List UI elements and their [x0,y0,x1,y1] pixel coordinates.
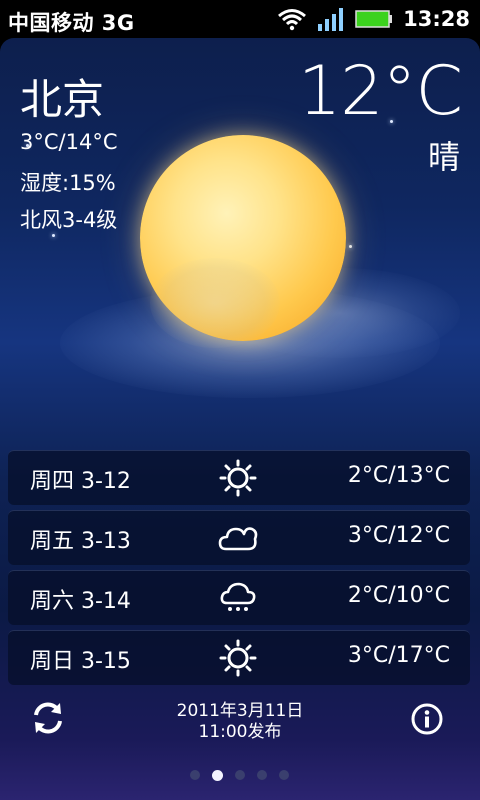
page-indicator[interactable] [190,770,289,781]
info-icon[interactable] [410,702,444,736]
wifi-icon [278,9,307,31]
carrier-label: 中国移动 3G [8,11,135,35]
forecast-day: 周四 3-12 [30,469,131,494]
publish-time: 11:00发布 [198,722,282,742]
page-dot[interactable] [279,770,289,780]
clock: 13:28 [403,7,470,31]
city-name[interactable]: 北京 [20,66,104,127]
page-dot[interactable] [190,770,200,780]
forecast-day: 周日 3-15 [30,649,131,674]
snow-cloud-icon [220,582,256,611]
forecast-temp: 2°C/10°C [347,583,450,608]
weather-screen[interactable]: 北京 3°C/14°C 湿度:15% 北风3-4级 12°C 晴 周四 3-12… [0,38,480,800]
publish-date: 2011年3月11日 [176,701,304,721]
sun-icon [219,639,257,677]
star-decoration [52,234,55,237]
signal-icon [318,8,344,31]
forecast-temp: 3°C/12°C [347,523,450,548]
forecast-temp: 3°C/17°C [347,643,450,668]
battery-icon [355,10,393,28]
wind-label: 北风3-4级 [20,208,118,232]
status-icons: 13:28 [277,4,470,34]
current-temperature: 12°C [297,52,463,131]
status-bar: 中国移动 3G 13:28 [0,0,480,38]
star-decoration [349,245,352,248]
forecast-row[interactable]: 周六 3-14 2°C/10°C [8,570,470,625]
forecast-row[interactable]: 周五 3-13 3°C/12°C [8,510,470,565]
page-dot[interactable] [235,770,245,780]
humidity-label: 湿度:15% [20,171,116,195]
forecast-row[interactable]: 周日 3-15 3°C/17°C [8,630,470,685]
forecast-day: 周五 3-13 [30,529,131,554]
temp-range: 3°C/14°C [20,130,118,154]
refresh-icon[interactable] [30,700,66,736]
forecast-row[interactable]: 周四 3-12 2°C/13°C [8,450,470,505]
sun-icon [219,459,257,497]
forecast-day: 周六 3-14 [30,589,131,614]
page-dot[interactable] [257,770,267,780]
forecast-temp: 2°C/13°C [347,463,450,488]
page-dot-active[interactable] [212,770,223,781]
cloud-icon [218,527,258,551]
cloud-decoration [150,258,280,348]
current-condition: 晴 [427,138,460,176]
